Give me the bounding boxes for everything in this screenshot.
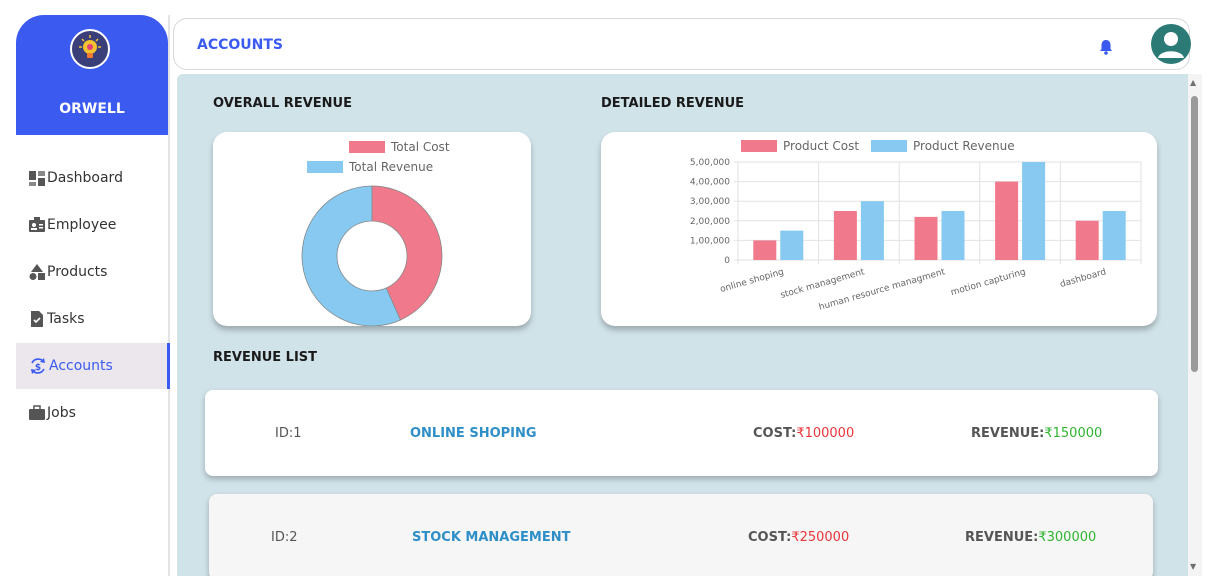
bar[interactable] xyxy=(833,211,857,260)
row-cost: COST:₹250000 xyxy=(748,530,849,545)
brand-name: ORWELL xyxy=(59,101,125,117)
sidebar-item-label: Jobs xyxy=(47,405,76,421)
bar[interactable] xyxy=(1075,220,1099,260)
revenue-list-row[interactable]: ID:1 ONLINE SHOPING COST:₹100000 REVENUE… xyxy=(205,390,1158,476)
bar[interactable] xyxy=(941,211,965,260)
overall-revenue-title: OVERALL REVENUE xyxy=(213,96,352,111)
x-tick-label: motion capturing xyxy=(950,267,1027,298)
vertical-scrollbar[interactable]: ▲ ▼ xyxy=(1188,74,1202,576)
detailed-revenue-title: DETAILED REVENUE xyxy=(601,96,745,111)
bar[interactable] xyxy=(1102,211,1126,260)
row-name: STOCK MANAGEMENT xyxy=(412,530,571,545)
main-content: OVERALL REVENUE DETAILED REVENUE Total C… xyxy=(177,74,1188,576)
row-revenue: REVENUE:₹150000 xyxy=(971,426,1102,441)
revenue-list-title: REVENUE LIST xyxy=(213,350,318,365)
legend-label: Total Revenue xyxy=(348,160,433,174)
row-cost: COST:₹100000 xyxy=(753,426,854,441)
brand-block: ORWELL xyxy=(16,15,168,135)
sidebar: ORWELL Dashboard Employee Products Tasks… xyxy=(16,15,170,576)
tasks-icon xyxy=(31,311,43,327)
legend-label: Total Cost xyxy=(390,140,450,154)
page-title: ACCOUNTS xyxy=(197,37,284,53)
revenue-list-row[interactable]: ID:2 STOCK MANAGEMENT COST:₹250000 REVEN… xyxy=(209,494,1153,576)
overall-revenue-card: Total Cost Total Revenue xyxy=(213,132,531,327)
top-header: ACCOUNTS xyxy=(173,18,1191,70)
products-icon xyxy=(29,264,45,280)
row-cost-value: ₹100000 xyxy=(796,426,855,441)
y-tick-label: 1,00,000 xyxy=(690,236,730,246)
x-tick-label: online shoping xyxy=(719,267,785,295)
legend-swatch xyxy=(741,140,777,152)
y-tick-label: 4,00,000 xyxy=(690,178,730,188)
y-tick-label: 3,00,000 xyxy=(690,197,730,207)
row-cost-label: COST: xyxy=(753,426,797,441)
sidebar-item-label: Products xyxy=(47,264,108,280)
briefcase-icon xyxy=(29,405,45,420)
row-cost-value: ₹250000 xyxy=(791,530,850,545)
sidebar-item-dashboard[interactable]: Dashboard xyxy=(16,155,170,201)
row-revenue-value: ₹300000 xyxy=(1038,530,1097,545)
legend-item: Total Cost xyxy=(349,140,450,154)
scroll-down-icon[interactable]: ▼ xyxy=(1190,562,1196,571)
bar[interactable] xyxy=(753,240,777,260)
scroll-up-icon[interactable]: ▲ xyxy=(1190,78,1196,87)
row-id: ID:1 xyxy=(275,426,302,441)
row-revenue-label: REVENUE: xyxy=(965,530,1039,545)
row-cost-label: COST: xyxy=(748,530,792,545)
legend-item: Product Revenue xyxy=(871,139,1015,153)
bar[interactable] xyxy=(1022,162,1046,260)
legend-swatch xyxy=(349,141,385,153)
bell-icon[interactable] xyxy=(1099,39,1113,55)
legend-swatch xyxy=(307,161,343,173)
sidebar-item-label: Accounts xyxy=(49,358,113,374)
svg-text:$: $ xyxy=(35,363,41,373)
detailed-revenue-chart: Product Cost Product Revenue 0 1,00,000 2,00… xyxy=(690,139,1142,313)
legend-item: Product Cost xyxy=(741,139,859,153)
sidebar-item-label: Employee xyxy=(47,217,117,233)
y-tick-label: 0 xyxy=(724,256,730,266)
sidebar-item-label: Tasks xyxy=(47,311,85,327)
sidebar-nav: Dashboard Employee Products Tasks $ Acco… xyxy=(16,155,170,437)
bar[interactable] xyxy=(860,201,884,260)
employee-icon xyxy=(29,217,45,232)
scrollbar-thumb[interactable] xyxy=(1191,96,1198,372)
legend-label: Product Revenue xyxy=(913,139,1015,153)
overall-revenue-chart: Total Cost Total Revenue xyxy=(301,140,450,327)
sidebar-item-jobs[interactable]: Jobs xyxy=(16,390,170,436)
row-revenue-label: REVENUE: xyxy=(971,426,1045,441)
bar[interactable] xyxy=(914,216,938,260)
row-name: ONLINE SHOPING xyxy=(410,426,537,441)
avatar[interactable] xyxy=(1151,24,1191,64)
legend-swatch xyxy=(871,140,907,152)
sidebar-item-products[interactable]: Products xyxy=(16,249,170,295)
sidebar-item-accounts[interactable]: $ Accounts xyxy=(16,343,170,389)
bar[interactable] xyxy=(780,230,804,260)
y-tick-label: 2,00,000 xyxy=(690,217,730,227)
sidebar-item-tasks[interactable]: Tasks xyxy=(16,296,170,342)
detailed-revenue-card: Product Cost Product Revenue 0 1,00,000 2,00… xyxy=(601,132,1157,326)
bar[interactable] xyxy=(995,181,1019,260)
legend-label: Product Cost xyxy=(783,139,859,153)
y-tick-label: 5,00,000 xyxy=(690,158,730,168)
sidebar-item-employee[interactable]: Employee xyxy=(16,202,170,248)
row-revenue-value: ₹150000 xyxy=(1044,426,1103,441)
dashboard-icon xyxy=(29,171,45,186)
lightbulb-logo-icon[interactable] xyxy=(70,29,110,69)
row-revenue: REVENUE:₹300000 xyxy=(965,530,1096,545)
legend-item: Total Revenue xyxy=(307,160,433,174)
accounts-icon: $ xyxy=(31,358,45,374)
user-avatar-icon xyxy=(1158,32,1184,58)
x-tick-label: dashboard xyxy=(1059,267,1108,290)
row-id: ID:2 xyxy=(271,530,298,545)
sidebar-item-label: Dashboard xyxy=(47,170,123,186)
